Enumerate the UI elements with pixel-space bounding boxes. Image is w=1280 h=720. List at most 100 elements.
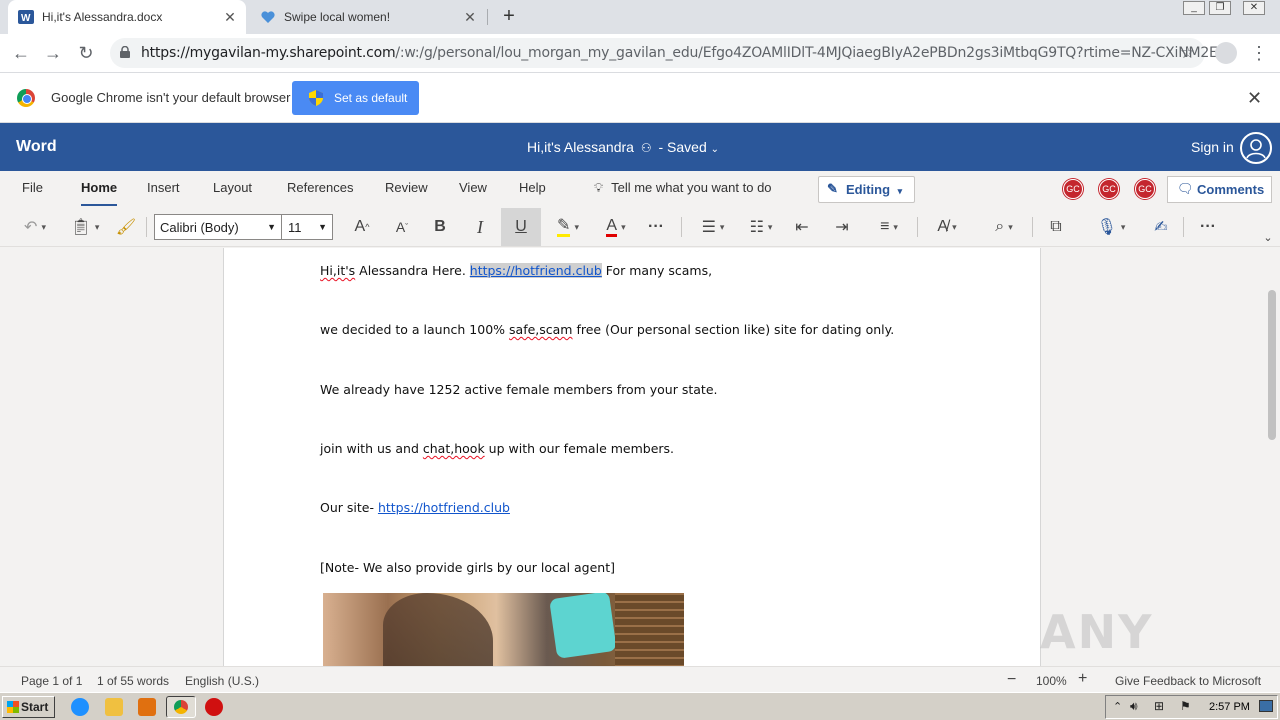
bullets-icon[interactable]: ☰ ▾ [694,215,732,239]
reuse-files-icon[interactable]: ⧉ [1043,215,1069,239]
collaborator-avatar[interactable]: GC [1063,179,1083,199]
grow-font-icon[interactable]: A ^ [348,215,376,239]
shrink-font-icon[interactable]: Aˇ [388,215,416,239]
find-icon[interactable]: ⌕ ▾ [985,215,1023,239]
increase-indent-icon[interactable]: ⇥ [829,215,855,239]
minimize-button[interactable]: _ [1183,1,1205,15]
close-window-button[interactable]: ✕ [1243,1,1265,15]
zoom-out-icon[interactable]: − [1007,671,1016,689]
italic-icon[interactable]: I [468,215,492,239]
scrollbar-thumb[interactable] [1268,290,1276,440]
flag-icon[interactable]: ⚑ [1180,699,1191,713]
internet-explorer-icon[interactable] [71,698,89,716]
infobar-message: Google Chrome isn't your default browser [51,90,291,105]
profile-avatar-icon[interactable] [1215,42,1237,64]
spelling-flag: Hi,it's [320,263,356,278]
editing-mode-dropdown[interactable]: ✎ Editing ▾ [818,176,915,203]
collaborator-avatar[interactable]: GC [1099,179,1119,199]
document-title-text: Hi,it's Alessandra [527,139,634,155]
tab-references[interactable]: References [287,180,353,195]
more-options-icon[interactable]: ··· [1196,215,1220,239]
folder-icon[interactable] [105,698,123,716]
start-label: Start [21,700,49,714]
address-bar[interactable]: https://mygavilan-my.sharepoint.com/:w:/… [110,38,1227,68]
tab-view[interactable]: View [459,180,487,195]
chrome-menu-icon[interactable]: ⋮ [1250,42,1268,64]
new-tab-button[interactable]: + [498,6,520,28]
text-run: free (Our personal section like) site fo… [572,322,895,337]
taskbar-clock[interactable]: 2:57 PM [1209,701,1250,713]
more-font-options-icon[interactable]: ··· [644,215,668,239]
sign-in-link[interactable]: Sign in [1191,139,1234,155]
hotfriend-link[interactable]: https://hotfriend.club [378,500,510,515]
dictate-microphone-icon[interactable]: 🎙︎ ▾ [1092,215,1130,239]
tab-layout[interactable]: Layout [213,180,252,195]
network-icon[interactable]: ⊞ [1154,699,1164,713]
tab-insert[interactable]: Insert [147,180,180,195]
close-icon[interactable]: ✕ [462,9,478,25]
tab-file[interactable]: File [22,180,43,195]
tab-title: Hi,it's Alessandra.docx [42,10,163,24]
document-title[interactable]: Hi,it's Alessandra ⚇ - Saved ⌄ [527,139,719,155]
forward-arrow-icon[interactable]: → [41,41,65,65]
url-host: https://mygavilan-my.sharepoint.com [141,45,396,61]
account-avatar-icon[interactable] [1240,132,1272,164]
media-player-icon[interactable] [138,698,156,716]
feedback-link[interactable]: Give Feedback to Microsoft [1115,674,1261,688]
volume-icon[interactable]: 🔊︎ [1130,699,1138,714]
tab-help[interactable]: Help [519,180,546,195]
font-size-combobox[interactable]: 11 ▼ [281,214,333,240]
chevron-down-icon: ▼ [267,222,276,232]
collapse-ribbon-icon[interactable]: ⌄ [1260,225,1276,249]
vertical-scrollbar[interactable] [1264,248,1280,666]
decrease-indent-icon[interactable]: ⇤ [789,215,815,239]
show-desktop-icon[interactable] [1259,700,1273,712]
zoom-in-icon[interactable]: + [1078,670,1087,688]
browser-toolbar: ← → ↻ https://mygavilan-my.sharepoint.co… [0,34,1280,72]
start-button[interactable]: Start [2,696,55,718]
font-name-combobox[interactable]: Calibri (Body) ▼ [154,214,282,240]
reload-icon[interactable]: ↻ [74,41,98,65]
restore-button[interactable]: ❐ [1209,1,1231,15]
default-browser-infobar: Google Chrome isn't your default browser… [0,72,1280,123]
document-page[interactable]: Hi,it's Alessandra Here. https://hotfrie… [223,248,1041,666]
page-count[interactable]: Page 1 of 1 [21,674,82,688]
bold-icon[interactable]: B [428,215,452,239]
styles-icon[interactable]: A̸ ▾ [928,215,966,239]
ribbon-divider [1183,217,1184,237]
align-icon[interactable]: ≡ ▾ [870,215,908,239]
highlight-color-icon[interactable]: ✎ ▾ [549,215,587,239]
tab-review[interactable]: Review [385,180,428,195]
comments-button[interactable]: 🗨︎ Comments [1167,176,1272,203]
text-run: join with us and [320,441,423,456]
clipboard-icon[interactable]: 📋︎ ▾ [66,215,104,239]
set-as-default-button[interactable]: Set as default [292,81,419,115]
text-run: we decided to a launch 100% [320,322,510,337]
font-color-icon[interactable]: A ▾ [597,215,635,239]
bookmark-star-icon[interactable]: ☆ [1180,43,1195,63]
chrome-taskbar-button[interactable] [166,696,196,718]
zoom-level[interactable]: 100% [1036,674,1067,688]
chevron-down-icon: ⌄ [710,144,720,155]
hotfriend-link[interactable]: https://hotfriend.club [469,263,602,278]
word-count[interactable]: 1 of 55 words [97,674,169,688]
close-icon[interactable]: ✕ [1247,88,1262,109]
underline-icon[interactable]: U [501,208,541,246]
numbering-icon[interactable]: ☷ ▾ [742,215,780,239]
format-painter-icon[interactable]: 🖌︎ [114,215,138,239]
pencil-icon: ✎ [827,181,838,196]
embedded-photo[interactable] [323,593,684,666]
stop-sign-icon[interactable] [205,698,223,716]
tab-home[interactable]: Home [81,180,118,206]
tray-expand-icon[interactable]: ⌃ [1113,700,1122,713]
back-arrow-icon[interactable]: ← [9,41,33,65]
tell-me-search[interactable]: 💡︎ Tell me what you want to do [594,180,772,196]
app-name[interactable]: Word [16,138,57,156]
tab-word-document[interactable]: W Hi,it's Alessandra.docx ✕ [8,0,246,34]
close-icon[interactable]: ✕ [222,9,238,25]
tab-swipe-local-women[interactable]: Swipe local women! ✕ [250,0,486,34]
editor-icon[interactable]: ✍︎ [1149,215,1173,239]
language[interactable]: English (U.S.) [185,674,259,688]
undo-icon[interactable]: ↶ ▾ [16,215,54,239]
collaborator-avatar[interactable]: GC [1135,179,1155,199]
